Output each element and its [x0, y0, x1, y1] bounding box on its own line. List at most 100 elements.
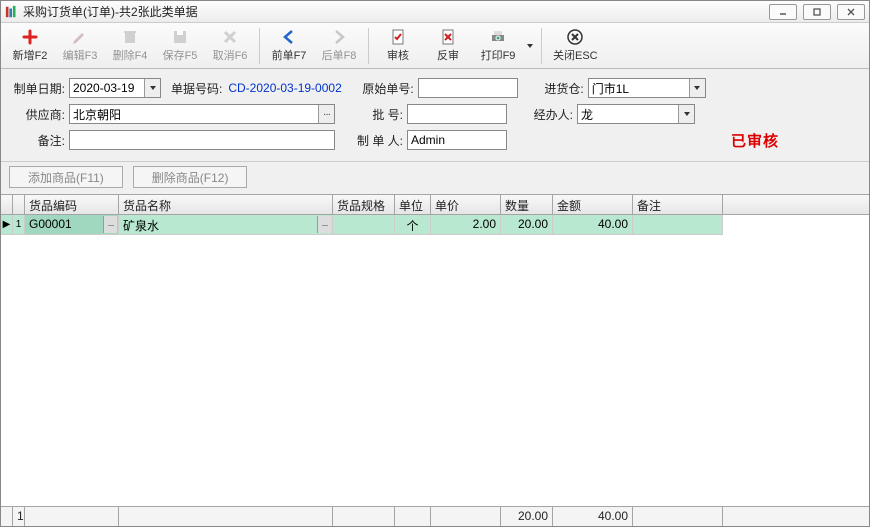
delete-item-button[interactable]: 删除商品(F12)	[133, 166, 248, 188]
amt-header[interactable]: 金额	[553, 195, 633, 214]
print-button[interactable]: 打印F9	[475, 25, 521, 67]
close-label: 关闭ESC	[553, 47, 598, 63]
app-icon	[5, 5, 19, 19]
ellipsis-icon[interactable]: ···	[317, 216, 331, 233]
new-label: 新增F2	[13, 47, 48, 63]
edit-button[interactable]: 编辑F3	[57, 25, 103, 67]
grid: 货品编码 货品名称 货品规格 单位 单价 数量 金额 备注 ▶ 1 G00001…	[1, 194, 869, 526]
grid-body[interactable]: ▶ 1 G00001 ··· 矿泉水 ··· 个 2.00 20.00 40.0…	[1, 215, 869, 506]
orig-label: 原始单号:	[362, 80, 413, 97]
qty-header[interactable]: 数量	[501, 195, 553, 214]
date-field[interactable]	[69, 78, 161, 98]
supplier-input[interactable]	[69, 104, 335, 124]
wh-field[interactable]	[588, 78, 706, 98]
chevron-down-icon[interactable]	[689, 79, 705, 97]
x-icon	[221, 28, 239, 46]
supplier-field[interactable]: ···	[69, 104, 335, 124]
window-controls	[769, 4, 865, 20]
batch-label: 批 号:	[349, 106, 403, 123]
save-label: 保存F5	[163, 47, 198, 63]
close-form-button[interactable]: 关闭ESC	[548, 25, 603, 67]
unit-cell[interactable]: 个	[395, 215, 431, 235]
toolbar: 新增F2 编辑F3 删除F4 保存F5 取消F6 前单F7 后单F8	[1, 23, 869, 69]
row-number-col	[13, 195, 25, 214]
code-cell[interactable]: G00001 ···	[25, 215, 119, 235]
qty-cell[interactable]: 20.00	[501, 215, 553, 235]
delete-label: 删除F4	[113, 47, 148, 63]
cancel-button[interactable]: 取消F6	[207, 25, 253, 67]
edit-label: 编辑F3	[63, 47, 98, 63]
audit-label: 审核	[387, 47, 409, 63]
footer-count: 1	[13, 507, 25, 526]
code-text: G00001	[29, 217, 72, 231]
add-item-button[interactable]: 添加商品(F11)	[9, 166, 123, 188]
price-cell[interactable]: 2.00	[431, 215, 501, 235]
handler-label: 经办人:	[529, 106, 573, 123]
next-button[interactable]: 后单F8	[316, 25, 362, 67]
spec-header[interactable]: 货品规格	[333, 195, 395, 214]
amt-cell[interactable]: 40.00	[553, 215, 633, 235]
unaudit-button[interactable]: 反审	[425, 25, 471, 67]
remark-input[interactable]	[69, 130, 335, 150]
batch-input[interactable]	[407, 104, 507, 124]
date-label: 制单日期:	[11, 80, 65, 97]
minimize-button[interactable]	[769, 4, 797, 20]
name-text: 矿泉水	[123, 219, 159, 233]
audit-button[interactable]: 审核	[375, 25, 421, 67]
chevron-down-icon[interactable]	[144, 79, 160, 97]
unaudit-label: 反审	[437, 47, 459, 63]
maker-input	[407, 130, 507, 150]
prev-button[interactable]: 前单F7	[266, 25, 312, 67]
footer-qty: 20.00	[501, 507, 553, 526]
grid-footer: 1 20.00 40.00	[1, 506, 869, 526]
ellipsis-icon[interactable]: ···	[103, 216, 117, 233]
handler-field[interactable]	[577, 104, 695, 124]
check-doc-icon	[389, 28, 407, 46]
remark-label: 备注:	[11, 132, 65, 149]
maximize-button[interactable]	[803, 4, 831, 20]
separator	[368, 28, 369, 64]
arrow-left-icon	[280, 28, 298, 46]
separator	[541, 28, 542, 64]
printer-icon	[489, 28, 507, 46]
trash-icon	[121, 28, 139, 46]
plus-icon	[21, 28, 39, 46]
orig-input[interactable]	[418, 78, 518, 98]
wh-label: 进货仓:	[540, 80, 584, 97]
next-label: 后单F8	[322, 47, 357, 63]
row-indicator-col	[1, 195, 13, 214]
row-number: 1	[13, 215, 25, 235]
maker-label: 制 单 人:	[349, 132, 403, 149]
separator	[259, 28, 260, 64]
prev-label: 前单F7	[272, 47, 307, 63]
table-row[interactable]: ▶ 1 G00001 ··· 矿泉水 ··· 个 2.00 20.00 40.0…	[1, 215, 869, 235]
form-area: 制单日期: 单据号码: CD-2020-03-19-0002 原始单号: 进货仓…	[1, 69, 869, 162]
note-header[interactable]: 备注	[633, 195, 723, 214]
print-dropdown[interactable]	[525, 25, 535, 67]
print-label: 打印F9	[481, 47, 516, 63]
price-header[interactable]: 单价	[431, 195, 501, 214]
close-button[interactable]	[837, 4, 865, 20]
chevron-down-icon[interactable]	[678, 105, 694, 123]
item-button-row: 添加商品(F11) 删除商品(F12)	[1, 162, 869, 194]
close-x-icon	[566, 28, 584, 46]
cancel-label: 取消F6	[213, 47, 248, 63]
window: 采购订货单(订单)-共2张此类单据 新增F2 编辑F3 删除F4 保存F5 取消…	[0, 0, 870, 527]
floppy-icon	[171, 28, 189, 46]
delete-button[interactable]: 删除F4	[107, 25, 153, 67]
uncheck-doc-icon	[439, 28, 457, 46]
window-title: 采购订货单(订单)-共2张此类单据	[23, 3, 769, 20]
unit-header[interactable]: 单位	[395, 195, 431, 214]
new-button[interactable]: 新增F2	[7, 25, 53, 67]
note-cell[interactable]	[633, 215, 723, 235]
name-cell[interactable]: 矿泉水 ···	[119, 215, 333, 235]
name-header[interactable]: 货品名称	[119, 195, 333, 214]
save-button[interactable]: 保存F5	[157, 25, 203, 67]
supplier-label: 供应商:	[11, 106, 65, 123]
row-marker-icon: ▶	[1, 215, 13, 235]
ellipsis-icon[interactable]: ···	[318, 105, 334, 123]
billno-value: CD-2020-03-19-0002	[226, 81, 358, 95]
spec-cell[interactable]	[333, 215, 395, 235]
code-header[interactable]: 货品编码	[25, 195, 119, 214]
grid-header: 货品编码 货品名称 货品规格 单位 单价 数量 金额 备注	[1, 195, 869, 215]
